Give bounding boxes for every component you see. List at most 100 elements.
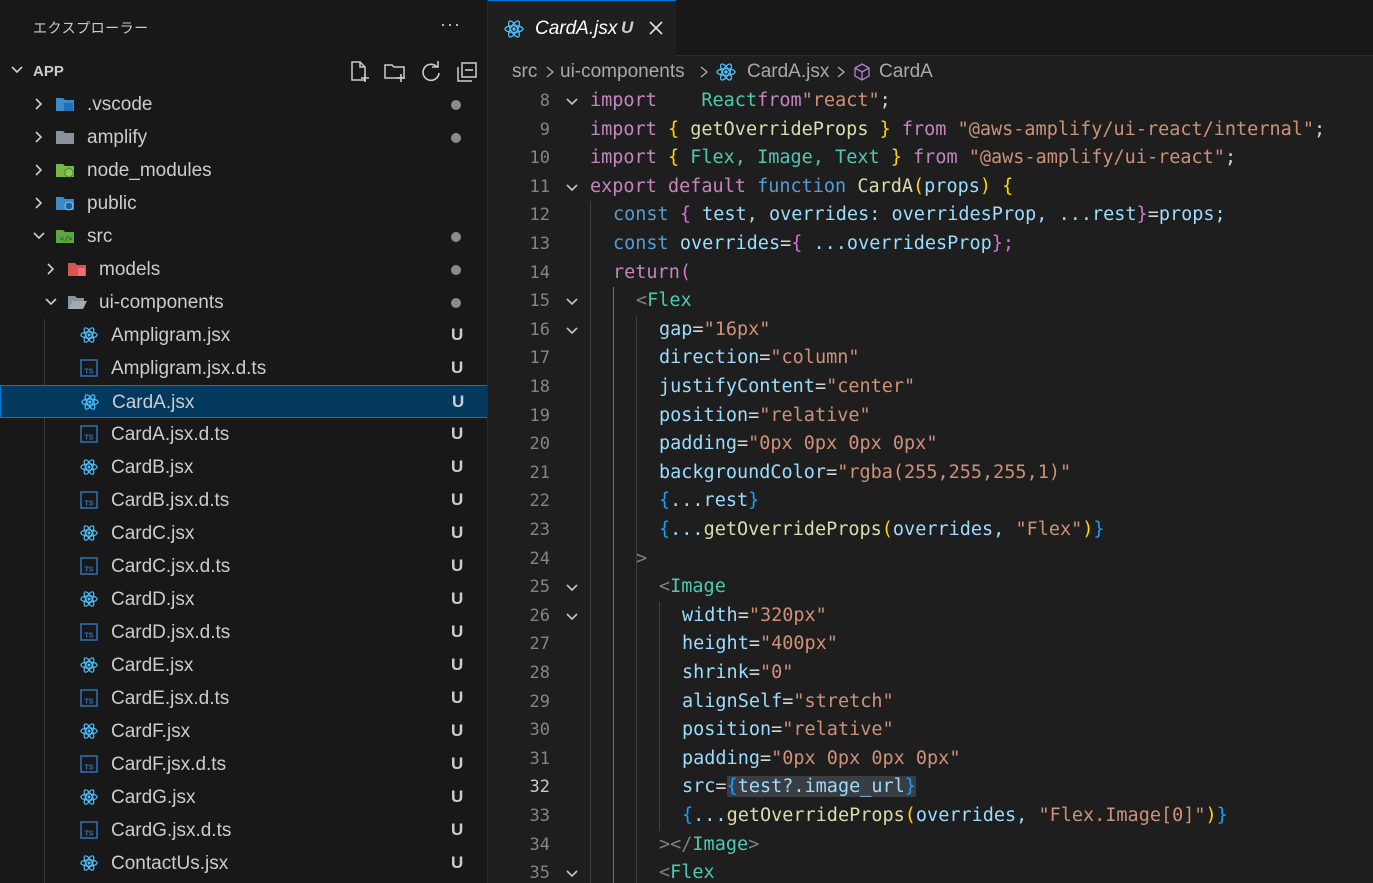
more-actions-icon[interactable]: ···: [440, 14, 461, 35]
collapse-all-icon[interactable]: [454, 59, 480, 85]
line-number: 35: [529, 863, 550, 883]
fold-chevron-icon[interactable]: [564, 324, 580, 338]
fold-chevron-icon[interactable]: [564, 295, 580, 309]
fold-chevron-icon[interactable]: [564, 867, 580, 881]
code-line[interactable]: 20 padding="0px 0px 0px 0px": [488, 430, 1373, 459]
code-token: overrides,: [892, 519, 1005, 540]
tree-item-contactus-jsx[interactable]: ContactUs.jsx U: [0, 847, 487, 880]
code-line[interactable]: 25 <Image: [488, 573, 1373, 602]
chevron-right-icon[interactable]: [32, 163, 46, 177]
new-file-icon[interactable]: [346, 59, 372, 85]
code-token: "Flex.Image[0]": [1038, 805, 1206, 826]
code-token: ...rest: [670, 490, 749, 512]
code-line[interactable]: 22 {...rest}: [488, 487, 1373, 516]
typescript-icon: TS: [79, 425, 99, 443]
chevron-right-icon[interactable]: [32, 196, 46, 210]
fold-chevron-icon[interactable]: [564, 181, 580, 195]
tree-item-ampligram-jsx-d-ts[interactable]: TS Ampligram.jsx.d.ts U: [0, 352, 487, 385]
svg-text:TS: TS: [85, 501, 94, 508]
tree-item-cardc-jsx[interactable]: CardC.jsx U: [0, 517, 487, 550]
close-icon[interactable]: [648, 20, 664, 36]
tab-carda-jsx[interactable]: CardA.jsx U: [488, 0, 676, 56]
line-number: 23: [529, 520, 550, 540]
code-token: getOverrideProps: [703, 519, 882, 540]
tree-item-ampligram-jsx[interactable]: Ampligram.jsx U: [0, 319, 487, 352]
code-line[interactable]: 23 {...getOverrideProps(overrides, "Flex"…: [488, 516, 1373, 545]
tree-item-cardg-jsx-d-ts[interactable]: TS CardG.jsx.d.ts U: [0, 814, 487, 847]
code-line[interactable]: 21 backgroundColor="rgba(255,255,255,1)": [488, 459, 1373, 488]
code-line[interactable]: 30 position="relative": [488, 716, 1373, 745]
tree-item-amplify[interactable]: amplify: [0, 121, 487, 154]
tree-item-label: CardF.jsx.d.ts: [111, 754, 227, 775]
tree-item-node-modules[interactable]: node_modules: [0, 154, 487, 187]
tree-item-cardf-jsx[interactable]: CardF.jsx U: [0, 715, 487, 748]
code-line[interactable]: 14 return(: [488, 259, 1373, 288]
tree-item-cardc-jsx-d-ts[interactable]: TS CardC.jsx.d.ts U: [0, 550, 487, 583]
react-icon: [504, 20, 524, 38]
code-editor[interactable]: 8 import Reactfrom"react"; 9 import { getOv…: [488, 87, 1373, 883]
tree-item-vscode[interactable]: .vscode: [0, 88, 487, 121]
code-line[interactable]: 9 import { getOverrideProps } from "@aws-…: [488, 116, 1373, 145]
fold-chevron-icon[interactable]: [564, 95, 580, 109]
tree-item-cardf-jsx-d-ts[interactable]: TS CardF.jsx.d.ts U: [0, 748, 487, 781]
line-number: 18: [529, 377, 550, 397]
new-folder-icon[interactable]: [382, 59, 408, 85]
code-line[interactable]: 35 <Flex: [488, 859, 1373, 883]
tree-item-carde-jsx[interactable]: CardE.jsx U: [0, 649, 487, 682]
workspace-section-header[interactable]: APP: [0, 57, 487, 87]
code-line[interactable]: 32 src={test?.image_url}: [488, 773, 1373, 802]
code-line[interactable]: 34 ></Image>: [488, 831, 1373, 860]
code-line[interactable]: 13 const overrides={ ...overridesProp};: [488, 230, 1373, 259]
tree-item-label: CardC.jsx: [111, 523, 195, 544]
line-number: 24: [529, 548, 550, 569]
code-line[interactable]: 18 justifyContent="center": [488, 373, 1373, 402]
line-number: 29: [529, 691, 550, 712]
chevron-right-icon[interactable]: [32, 130, 46, 144]
code-line[interactable]: 16 gap="16px": [488, 316, 1373, 345]
code-line[interactable]: 29 alignSelf="stretch": [488, 688, 1373, 717]
chevron-right-icon[interactable]: [32, 97, 46, 111]
code-line[interactable]: 31 padding="0px 0px 0px 0px": [488, 745, 1373, 774]
chevron-right-icon[interactable]: [44, 262, 58, 276]
tree-item-carda-jsx[interactable]: CardA.jsx U: [0, 385, 487, 418]
tree-item-cardd-jsx[interactable]: CardD.jsx U: [0, 583, 487, 616]
tree-item-models[interactable]: models: [0, 253, 487, 286]
code-line[interactable]: 15 <Flex: [488, 287, 1373, 316]
code-line[interactable]: 12 const { test, overrides: overridesProp…: [488, 201, 1373, 230]
code-line[interactable]: 17 direction="column": [488, 344, 1373, 373]
fold-chevron-icon[interactable]: [564, 610, 580, 624]
refresh-icon[interactable]: [418, 59, 444, 85]
tree-item-cardd-jsx-d-ts[interactable]: TS CardD.jsx.d.ts U: [0, 616, 487, 649]
tree-item-carda-jsx-d-ts[interactable]: TS CardA.jsx.d.ts U: [0, 418, 487, 451]
tree-item-label: models: [99, 259, 161, 280]
code-token: >: [636, 547, 648, 569]
fold-chevron-icon[interactable]: [564, 581, 580, 595]
tree-item-ui-components[interactable]: ui-components: [0, 286, 487, 319]
code-line[interactable]: 11 export default function CardA(props) {: [488, 173, 1373, 202]
tree-item-cardg-jsx[interactable]: CardG.jsx U: [0, 781, 487, 814]
breadcrumb-symbol[interactable]: CardA: [879, 61, 933, 83]
tree-item-cardb-jsx-d-ts[interactable]: TS CardB.jsx.d.ts U: [0, 484, 487, 517]
code-line[interactable]: 10 import { Flex, Image, Text } from "@aw…: [488, 144, 1373, 173]
breadcrumb-src[interactable]: src: [512, 61, 537, 83]
code-token: from: [913, 147, 958, 169]
code-line[interactable]: 8 import Reactfrom"react";: [488, 87, 1373, 116]
chevron-down-icon[interactable]: [44, 295, 58, 309]
breadcrumb-ui-components[interactable]: ui-components: [560, 61, 685, 83]
chevron-down-icon[interactable]: [32, 229, 46, 243]
breadcrumb-file[interactable]: CardA.jsx: [747, 61, 829, 83]
code-line[interactable]: 19 position="relative": [488, 402, 1373, 431]
code-line[interactable]: 26 width="320px": [488, 602, 1373, 631]
code-line[interactable]: 28 shrink="0": [488, 659, 1373, 688]
code-line[interactable]: 33 {...getOverrideProps(overrides, "Flex.…: [488, 802, 1373, 831]
svg-text:TS: TS: [85, 369, 94, 376]
tree-item-carde-jsx-d-ts[interactable]: TS CardE.jsx.d.ts U: [0, 682, 487, 715]
code-line[interactable]: 24 >: [488, 545, 1373, 574]
code-line[interactable]: 27 height="400px": [488, 630, 1373, 659]
code-text: position="relative": [659, 405, 871, 426]
tree-item-src[interactable]: </> src: [0, 220, 487, 253]
tree-item-public[interactable]: public: [0, 187, 487, 220]
line-number: 30: [529, 720, 550, 741]
tree-item-cardb-jsx[interactable]: CardB.jsx U: [0, 451, 487, 484]
folder-icon: [55, 128, 75, 146]
